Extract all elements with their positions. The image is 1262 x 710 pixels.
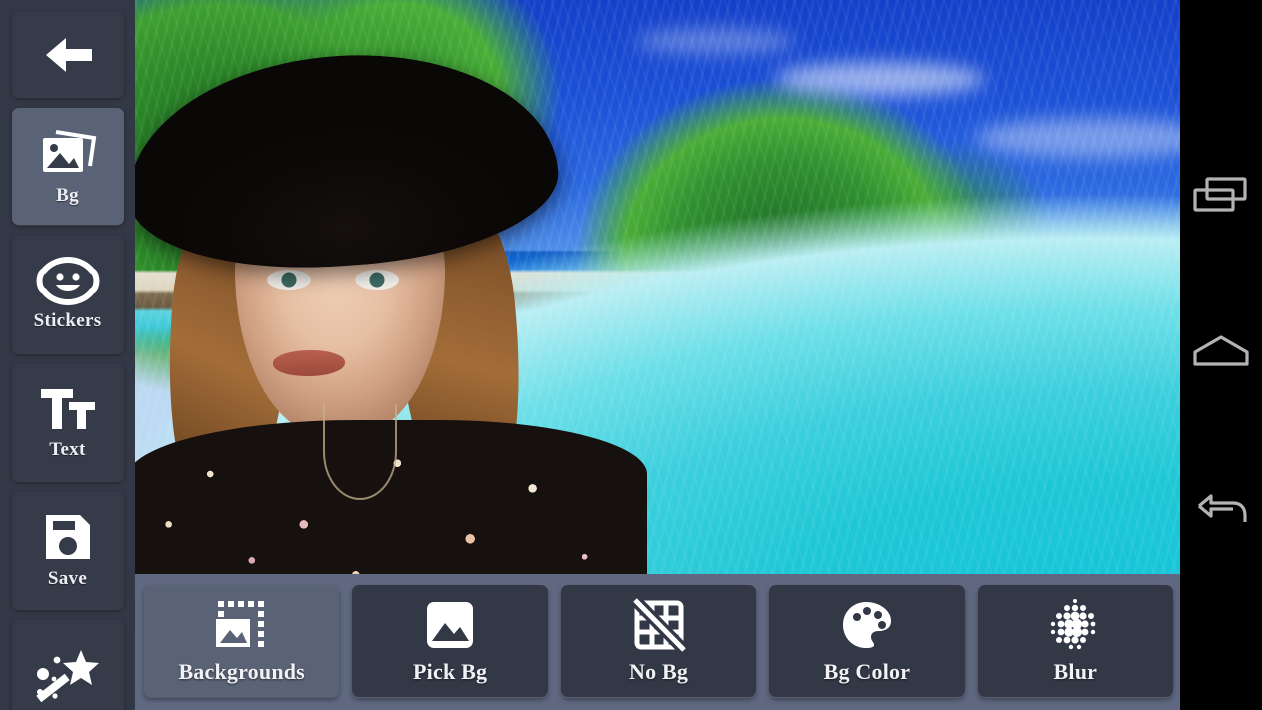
sidebar-item-text[interactable]: Text [11, 364, 124, 481]
sidebar-item-label: Save [47, 568, 88, 589]
cloud-shape [635, 28, 795, 54]
text-tt-icon [39, 384, 97, 434]
sidebar-item-label: Bg [56, 185, 79, 206]
backgrounds-button[interactable]: Backgrounds [144, 585, 340, 697]
bg-option-toolbar: Backgrounds Pick Bg No Bg Bg Color Blur [135, 574, 1180, 710]
sidebar-item-effects[interactable] [11, 620, 124, 710]
image-icon [424, 598, 476, 652]
no-bg-button[interactable]: No Bg [560, 585, 757, 697]
bg-color-button[interactable]: Bg Color [769, 585, 965, 697]
magic-wand-icon [33, 648, 103, 704]
home-button[interactable] [1186, 320, 1256, 390]
sidebar-item-label: Stickers [33, 310, 102, 331]
pick-bg-button[interactable]: Pick Bg [352, 585, 548, 697]
back-button[interactable] [11, 12, 124, 97]
recents-icon [1189, 173, 1253, 224]
back-arrow-icon [1189, 486, 1253, 537]
eye-left [267, 270, 311, 290]
eye-right [355, 270, 399, 290]
app-root: Bg Stickers Text Save Backgrounds Pick B… [0, 0, 1262, 710]
floppy-disk-icon [42, 511, 94, 563]
grid-slash-icon [630, 596, 687, 653]
smiley-sticker-icon [36, 257, 100, 305]
sidebar-item-stickers[interactable]: Stickers [11, 236, 124, 353]
back-nav-button[interactable] [1186, 477, 1256, 547]
recents-button[interactable] [1186, 163, 1256, 233]
home-icon [1189, 330, 1253, 379]
option-label: No Bg [628, 658, 689, 684]
option-label: Bg Color [823, 658, 911, 684]
option-label: Backgrounds [178, 658, 305, 684]
foreground-subject-cutout[interactable] [135, 0, 647, 574]
android-navigation-bar [1180, 0, 1262, 710]
necklace [323, 404, 397, 500]
sidebar-item-label: Text [49, 439, 86, 460]
dashed-frame-image-icon [214, 598, 270, 652]
left-tool-rail: Bg Stickers Text Save [0, 0, 135, 710]
cloud-shape [775, 62, 985, 96]
arrow-left-icon [40, 32, 96, 78]
option-label: Pick Bg [413, 658, 488, 684]
sidebar-item-bg[interactable]: Bg [11, 108, 124, 225]
photo-canvas[interactable] [135, 0, 1180, 574]
palette-icon [841, 598, 893, 652]
photos-stack-icon [38, 126, 98, 180]
option-label: Blur [1053, 658, 1098, 684]
sidebar-item-save[interactable]: Save [11, 492, 124, 609]
blur-button[interactable]: Blur [977, 585, 1174, 697]
blur-dots-icon [1046, 598, 1104, 652]
